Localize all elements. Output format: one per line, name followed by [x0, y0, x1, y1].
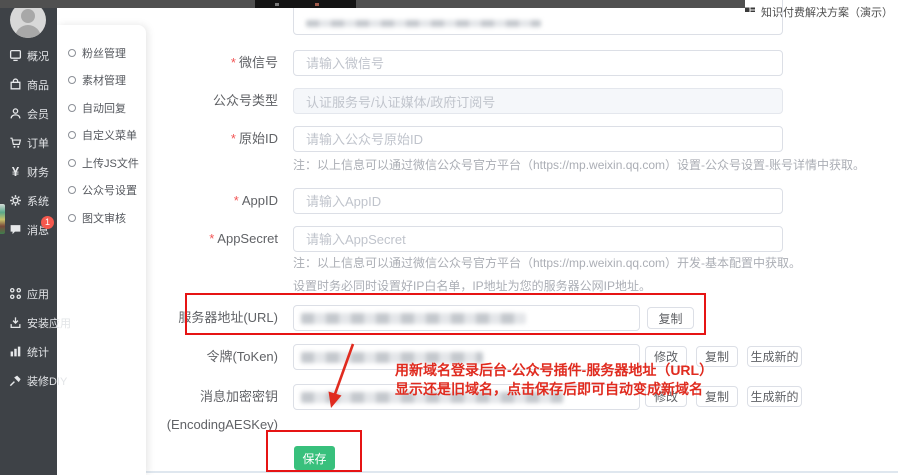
orders-cart-icon: [9, 136, 22, 149]
sidebar-item-label: 统计: [27, 344, 49, 360]
sidebar-item-label: 系统: [27, 193, 49, 209]
required-mark: *: [231, 55, 236, 70]
sidebar-item-install-apps[interactable]: 安装应用: [0, 308, 57, 337]
app-window: 知识付费解决方案（演示） 概况 商品 会员: [0, 0, 898, 475]
submenu-item-label: 自动回复: [82, 100, 126, 116]
radio-circle-icon: [68, 49, 76, 57]
submenu-item-autoreply[interactable]: 自动回复: [57, 94, 146, 122]
required-mark: *: [231, 131, 236, 146]
install-download-icon: [9, 316, 22, 329]
annotation-text: 用新域名登录后台-公众号插件-服务器地址（URL） 显示还是旧域名，点击保存后即…: [395, 361, 735, 399]
sidebar-item-label: 安装应用: [27, 315, 71, 331]
appsecret-input[interactable]: [293, 226, 783, 252]
annotation-rect-server-url: [185, 293, 706, 335]
sidebar-item-orders[interactable]: 订单: [0, 128, 57, 157]
members-icon: [9, 107, 22, 120]
note-dev-config: 注：以上信息可以通过微信公众号官方平台（https://mp.weixin.qq…: [293, 254, 801, 271]
generate-token-button[interactable]: 生成新的: [747, 346, 802, 367]
header-brand-label: 知识付费解决方案（演示）: [761, 4, 893, 20]
sidebar-item-members[interactable]: 会员: [0, 99, 57, 128]
sidebar-item-label: 财务: [27, 164, 49, 180]
submenu-item-upload-js[interactable]: 上传JS文件: [57, 149, 146, 177]
submenu-item-article-review[interactable]: 图文审核: [57, 204, 146, 232]
sidebar-nav-bottom: 应用 安装应用 统计 装修DIY: [0, 279, 57, 395]
sidebar-nav-top: 概况 商品 会员 订单 ¥ 财务: [0, 41, 57, 244]
generate-aeskey-button[interactable]: 生成新的: [747, 386, 802, 407]
annotation-arrow-icon: [318, 340, 368, 415]
submenu-item-label: 上传JS文件: [82, 155, 139, 171]
required-mark: *: [234, 193, 239, 208]
sidebar-item-goods[interactable]: 商品: [0, 70, 57, 99]
submenu-item-label: 公众号设置: [82, 182, 137, 198]
required-mark: *: [209, 231, 214, 246]
submenu-item-label: 素材管理: [82, 72, 126, 88]
original-id-input[interactable]: [293, 126, 783, 152]
sidebar-item-label: 概况: [27, 48, 49, 64]
submenu-item-fans[interactable]: 粉丝管理: [57, 39, 146, 67]
dashboard-icon: [9, 49, 22, 62]
header-brand[interactable]: 知识付费解决方案（演示）: [744, 4, 893, 20]
finance-yen-icon: ¥: [9, 164, 22, 179]
note-ip-whitelist: 设置时务必同时设置好IP白名单，IP地址为您的服务器公网IP地址。: [293, 277, 651, 294]
stats-bars-icon: [9, 345, 22, 358]
sidebar-item-stats[interactable]: 统计: [0, 337, 57, 366]
apps-icon: [9, 287, 22, 300]
sidebar-item-finance[interactable]: ¥ 财务: [0, 157, 57, 186]
brand-icon: [744, 6, 756, 18]
radio-circle-icon: [68, 214, 76, 222]
appid-input[interactable]: [293, 188, 783, 214]
submenu-item-label: 粉丝管理: [82, 45, 126, 61]
radio-circle-icon: [68, 186, 76, 194]
wechat-id-input[interactable]: [293, 50, 783, 76]
sidebar-item-label: 应用: [27, 286, 49, 302]
sidebar: 概况 商品 会员 订单 ¥ 财务: [0, 0, 57, 475]
diy-hammer-icon: [9, 374, 22, 387]
annotation-line1: 用新域名登录后台-公众号插件-服务器地址（URL）: [395, 361, 735, 380]
annotation-line2: 显示还是旧域名，点击保存后即可自动变成新域名: [395, 380, 735, 399]
note-account-info: 注：以上信息可以通过微信公众号官方平台（https://mp.weixin.qq…: [293, 156, 865, 173]
sidebar-item-label: 装修DIY: [27, 373, 67, 389]
radio-circle-icon: [68, 76, 76, 84]
annotation-rect-save: [266, 430, 362, 472]
sidebar-item-apps[interactable]: 应用: [0, 279, 57, 308]
submenu-item-custom-menu[interactable]: 自定义菜单: [57, 122, 146, 150]
radio-circle-icon: [68, 159, 76, 167]
submenu-item-mp-settings[interactable]: 公众号设置: [57, 177, 146, 205]
sidebar-item-overview[interactable]: 概况: [0, 41, 57, 70]
top-strip: [0, 0, 745, 8]
sidebar-item-diy[interactable]: 装修DIY: [0, 366, 57, 395]
bottom-divider: [146, 471, 898, 473]
sidebar-item-label: 商品: [27, 77, 49, 93]
sidebar-item-label: 订单: [27, 135, 49, 151]
system-gear-icon: [9, 194, 22, 207]
submenu-card: 粉丝管理 素材管理 自动回复 自定义菜单 上传JS文件 公众号设置 图文审核: [57, 25, 146, 475]
account-type-value: 认证服务号/认证媒体/政府订阅号: [306, 92, 495, 111]
sidebar-item-label: 会员: [27, 106, 49, 122]
redacted-value: [306, 20, 541, 27]
submenu-item-label: 自定义菜单: [82, 127, 137, 143]
edge-widget[interactable]: [0, 204, 5, 234]
tab-mark: [275, 3, 279, 6]
radio-circle-icon: [68, 104, 76, 112]
sidebar-item-system[interactable]: 系统: [0, 186, 57, 215]
messages-badge: 1: [41, 216, 54, 229]
submenu-item-label: 图文审核: [82, 210, 126, 226]
message-bubble-icon: [9, 223, 22, 236]
radio-circle-icon: [68, 131, 76, 139]
account-type-input: 认证服务号/认证媒体/政府订阅号: [293, 88, 783, 114]
goods-icon: [9, 78, 22, 91]
tab-mark: [315, 3, 319, 6]
submenu-item-material[interactable]: 素材管理: [57, 67, 146, 95]
top-strip-tab: [255, 0, 356, 8]
